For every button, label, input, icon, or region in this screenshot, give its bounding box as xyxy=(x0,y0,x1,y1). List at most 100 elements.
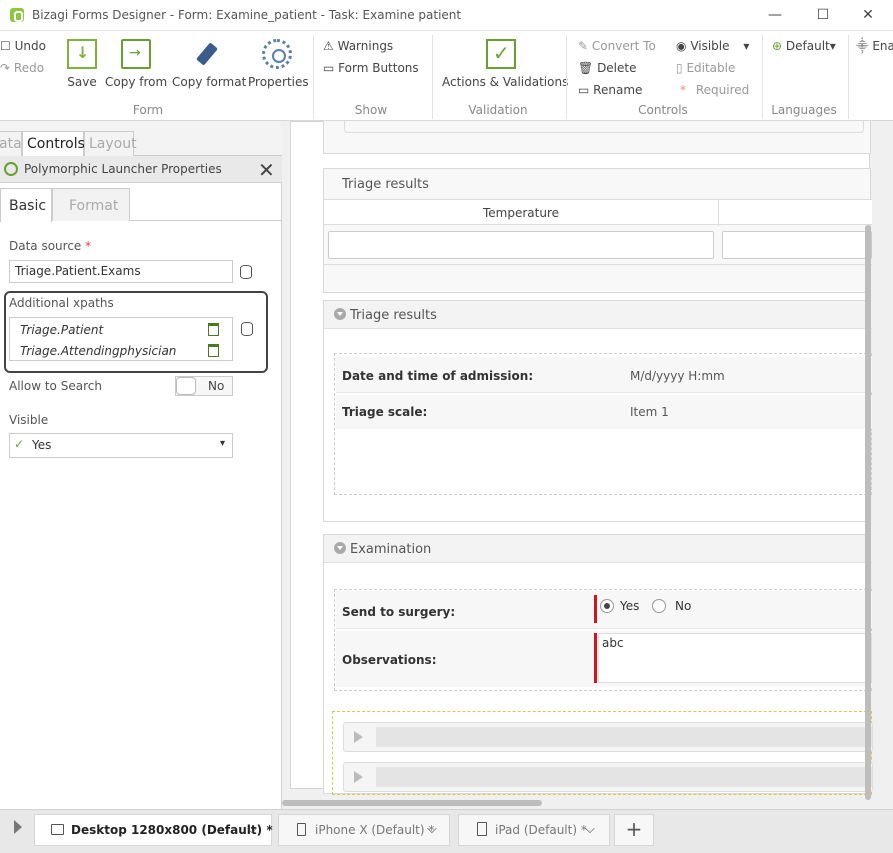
expand-arrow-icon[interactable] xyxy=(354,731,363,743)
enable-icon: ⸎ xyxy=(856,39,869,53)
allow-search-toggle[interactable]: No xyxy=(175,376,233,396)
form-page: Triage results Temperature Triage result… xyxy=(290,120,873,795)
polymorphic-launcher-container[interactable] xyxy=(332,711,873,795)
tab-basic[interactable]: Basic xyxy=(0,188,52,222)
dropdown-arrow-icon: ▾ xyxy=(220,438,226,449)
grid-title: Triage results xyxy=(342,177,429,192)
launcher-item[interactable] xyxy=(343,762,873,792)
tab-format[interactable]: Format xyxy=(52,188,130,221)
device-label: iPad (Default) xyxy=(495,823,578,837)
ribbon-divider xyxy=(848,35,849,119)
collapse-chevron-icon[interactable] xyxy=(334,542,346,554)
data-source-input[interactable]: Triage.Patient.Exams xyxy=(9,260,233,283)
rename-button[interactable]: ▭ Rename xyxy=(578,83,642,97)
grid-header-row: Temperature xyxy=(324,199,872,226)
collapse-chevron-icon[interactable] xyxy=(334,308,346,320)
title-bar: Bizagi Forms Designer - Form: Examine_pa… xyxy=(0,0,893,31)
gear-icon xyxy=(262,39,292,69)
tab-data[interactable]: ata xyxy=(0,131,22,156)
top-section-inner xyxy=(344,121,864,133)
delete-button[interactable]: 🗑 Delete xyxy=(578,61,637,75)
play-icon[interactable] xyxy=(14,820,22,834)
triage-results-group: Triage results Date and time of admissio… xyxy=(323,300,872,522)
field-row: Observations: abc xyxy=(336,631,872,687)
launcher-bar xyxy=(376,767,872,787)
warnings-toggle[interactable]: ⚠ Warnings xyxy=(323,39,393,53)
properties-panel: ata Controls Layout Polymorphic Launcher… xyxy=(0,121,282,809)
language-dropdown[interactable]: ⊕ Default▾ xyxy=(772,39,836,53)
visible-label: Visible xyxy=(9,413,49,427)
visible-select[interactable]: ✓ Yes ▾ xyxy=(9,433,233,458)
vertical-scrollbar[interactable] xyxy=(865,225,871,800)
form-buttons-toggle[interactable]: ▭ Form Buttons xyxy=(323,61,419,75)
undo-button[interactable]: ☐ Undo xyxy=(0,39,46,53)
convert-to-button[interactable]: ✎ Convert To xyxy=(578,39,656,53)
save-icon xyxy=(67,39,97,69)
device-tab-iphone[interactable]: iPhone X (Default) * ⌵ xyxy=(278,814,450,846)
device-tab-desktop[interactable]: Desktop 1280x800 (Default) * ⌵ xyxy=(34,814,273,846)
observations-textarea[interactable]: abc xyxy=(598,633,872,683)
launcher-bar xyxy=(376,727,872,747)
form-group-label: Form xyxy=(132,103,164,117)
dropdown-arrow-icon: ▾ xyxy=(829,39,836,53)
polymorphic-launcher-icon xyxy=(4,162,18,176)
expand-arrow-icon[interactable] xyxy=(354,771,363,783)
minimize-button[interactable]: — xyxy=(765,6,785,24)
grid-input[interactable] xyxy=(722,231,872,259)
device-tab-ipad[interactable]: iPad (Default) * ⌵ xyxy=(458,814,610,846)
database-icon[interactable] xyxy=(240,265,252,279)
top-section xyxy=(323,120,871,154)
required-asterisk: * xyxy=(85,239,92,253)
group-header[interactable]: Triage results xyxy=(324,301,872,329)
group-header[interactable]: Examination xyxy=(324,535,872,563)
observations-label: Observations: xyxy=(342,653,437,667)
show-group-label: Show xyxy=(354,103,388,117)
triage-scale-select[interactable]: Item 1 xyxy=(630,405,669,419)
properties-button[interactable]: Properties xyxy=(248,39,309,89)
tab-controls[interactable]: Controls xyxy=(22,131,85,156)
close-window-button[interactable]: ✕ xyxy=(858,6,878,24)
visible-select-value: Yes xyxy=(32,438,52,452)
column-divider xyxy=(718,200,719,226)
examination-group: Examination Send to surgery: Yes No Obse… xyxy=(323,534,873,795)
rename-icon: ▭ xyxy=(578,83,590,97)
paintbrush-icon xyxy=(192,39,222,69)
chevron-down-icon[interactable]: ⌵ xyxy=(247,822,257,837)
visible-dropdown[interactable]: ◉ Visible ▾ xyxy=(676,39,749,53)
temperature-input[interactable] xyxy=(328,231,714,259)
close-icon[interactable]: ✕ xyxy=(258,158,275,182)
required-button[interactable]: * Required xyxy=(680,83,749,97)
add-device-button[interactable]: + xyxy=(614,814,654,846)
device-label: Desktop 1280x800 (Default) xyxy=(71,823,263,837)
tab-layout[interactable]: Layout xyxy=(84,131,137,156)
data-source-label: Data source * xyxy=(9,239,92,253)
actions-validations-button[interactable]: Actions & Validations xyxy=(442,39,568,89)
form-buttons-icon: ▭ xyxy=(323,61,335,75)
editable-button[interactable]: ▯ Editable xyxy=(676,61,735,75)
no-radio[interactable] xyxy=(652,599,666,613)
triage-scale-label: Triage scale: xyxy=(342,405,428,419)
chevron-down-icon[interactable]: ⌵ xyxy=(427,822,437,837)
redo-button[interactable]: ↷ Redo xyxy=(0,61,44,75)
column-header[interactable]: Temperature xyxy=(324,206,718,220)
chevron-down-icon[interactable]: ⌵ xyxy=(585,822,595,837)
launcher-item[interactable] xyxy=(343,722,873,752)
phone-icon xyxy=(297,823,306,836)
maximize-button[interactable]: ☐ xyxy=(813,6,833,24)
checkmark-icon xyxy=(486,39,516,69)
bizagi-logo-icon xyxy=(10,8,24,22)
checkmark-icon: ✓ xyxy=(14,437,25,451)
group-title: Triage results xyxy=(350,308,437,323)
yes-label: Yes xyxy=(620,599,640,613)
copy-format-button[interactable]: Copy format xyxy=(172,39,246,89)
properties-tabs: Basic Format xyxy=(0,183,282,222)
admission-input[interactable]: M/d/yyyy H:mm xyxy=(630,369,725,383)
copy-from-button[interactable]: Copy from xyxy=(105,39,167,89)
save-button[interactable]: Save xyxy=(66,39,98,89)
yes-radio[interactable] xyxy=(600,599,614,613)
enable-button[interactable]: ⸎ Ena xyxy=(856,37,893,54)
field-row: Date and time of admission: M/d/yyyy H:m… xyxy=(336,357,872,393)
horizontal-scrollbar[interactable] xyxy=(282,800,542,806)
eye-icon: ◉ xyxy=(676,39,687,53)
languages-group-label: Languages xyxy=(771,103,837,117)
